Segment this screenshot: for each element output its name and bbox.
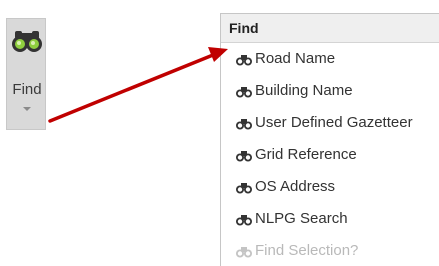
menu-item-road-name[interactable]: Road Name: [221, 43, 439, 75]
binoculars-icon: [236, 215, 252, 226]
menu-item-nlpg-search[interactable]: NLPG Search: [221, 203, 439, 235]
binoculars-icon: [236, 87, 252, 98]
menu-item-label: NLPG Search: [255, 210, 348, 227]
find-ribbon-label: Find: [12, 81, 42, 98]
binoculars-icon: [236, 183, 252, 194]
menu-item-label: Road Name: [255, 50, 336, 67]
find-dropdown-menu: Find Road Name Building Name User Define…: [220, 13, 439, 266]
binoculars-icon: [236, 247, 252, 258]
menu-item-label: OS Address: [255, 178, 336, 195]
menu-item-label: Building Name: [255, 82, 353, 99]
menu-item-os-address[interactable]: OS Address: [221, 171, 439, 203]
menu-item-label: Grid Reference: [255, 146, 357, 163]
menu-item-label: Find Selection?: [255, 242, 359, 259]
binoculars-icon: [236, 119, 252, 130]
menu-item-find-selection: Find Selection?: [221, 235, 439, 266]
binoculars-icon: [236, 151, 252, 162]
binoculars-icon: [12, 31, 42, 52]
find-ribbon-button[interactable]: Find: [6, 18, 46, 130]
menu-item-building-name[interactable]: Building Name: [221, 75, 439, 107]
menu-header: Find: [221, 14, 439, 43]
chevron-down-icon[interactable]: [23, 107, 31, 111]
menu-item-user-defined-gazetteer[interactable]: User Defined Gazetteer: [221, 107, 439, 139]
binoculars-icon: [236, 55, 252, 66]
menu-item-label: User Defined Gazetteer: [255, 114, 413, 131]
menu-item-grid-reference[interactable]: Grid Reference: [221, 139, 439, 171]
